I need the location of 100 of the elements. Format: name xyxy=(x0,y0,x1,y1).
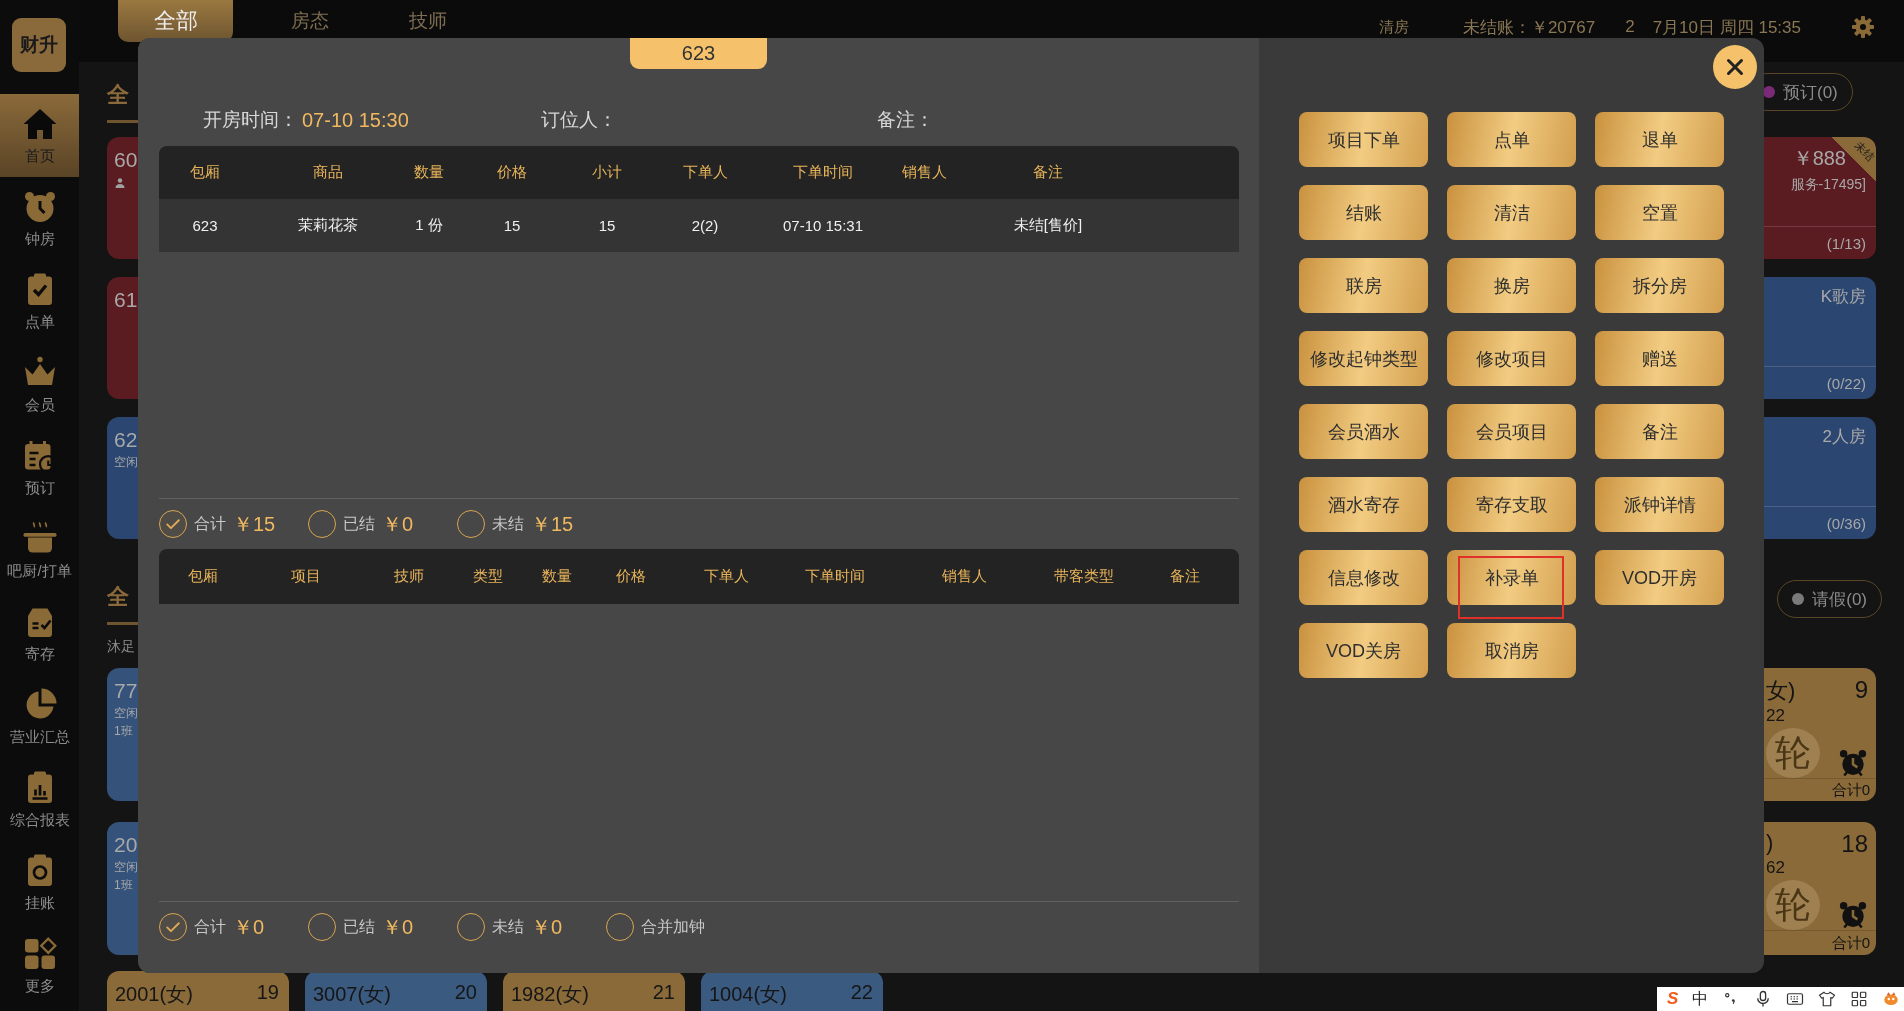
room-type: K歌房 xyxy=(1820,286,1866,308)
column-header: 包厢 xyxy=(187,567,219,586)
rotation-label: 轮 xyxy=(1775,730,1811,775)
column-header: 备注 xyxy=(1168,567,1201,586)
ime-logo[interactable]: S xyxy=(1667,989,1679,1009)
action-button[interactable]: 信息修改 xyxy=(1299,550,1428,605)
action-button[interactable]: 会员酒水 xyxy=(1299,404,1428,459)
summary-label: 合计 xyxy=(194,513,226,534)
technician-code: 62 xyxy=(1766,858,1786,878)
summary-label: 合计 xyxy=(194,916,226,937)
summary-amount: ￥0 xyxy=(382,511,414,537)
sidebar-item[interactable]: 挂账 xyxy=(0,841,79,924)
tab[interactable]: 房态 xyxy=(269,0,351,42)
column-header: 项目 xyxy=(290,567,322,586)
action-button[interactable]: 修改项目 xyxy=(1447,331,1576,386)
room-note: 服务-17495] xyxy=(1790,176,1866,194)
table-cell-text: 茉莉花茶 xyxy=(297,216,359,235)
action-button[interactable]: 项目下单 xyxy=(1299,112,1428,167)
tab[interactable]: 技师 xyxy=(387,0,469,42)
table-cell-text: 2(2) xyxy=(690,217,720,234)
room-number: 62 xyxy=(114,427,138,453)
column-header: 包厢 xyxy=(189,163,221,182)
column-header: 数量 xyxy=(541,567,573,586)
sidebar-item[interactable]: 综合报表 xyxy=(0,758,79,841)
technician-code: 22 xyxy=(1766,706,1786,726)
action-button[interactable]: 取消房 xyxy=(1447,623,1576,678)
grid-icon[interactable] xyxy=(1850,990,1869,1008)
sidebar-item[interactable]: 钟房 xyxy=(0,177,79,260)
column-header: 备注 xyxy=(1032,163,1064,182)
tab[interactable]: 全部 xyxy=(118,0,233,42)
technician-card[interactable]: 2001(女) 19 xyxy=(107,971,289,1011)
table-cell-text: 15 xyxy=(597,217,617,234)
sidebar-item[interactable]: 预订 xyxy=(0,426,79,509)
settings-icon[interactable] xyxy=(1851,15,1875,39)
sidebar-item[interactable]: 寄存 xyxy=(0,592,79,675)
table-cell-text: 623 xyxy=(191,217,219,234)
table-row[interactable]: 623 茉莉花茶 1 份 15 15 2(2) 07-10 15:31 未结[售价] xyxy=(159,199,1239,252)
room-status: 空闲 xyxy=(114,454,138,471)
technician-number: 9 xyxy=(1854,676,1868,705)
action-button[interactable]: 清洁 xyxy=(1447,185,1576,240)
action-button[interactable]: 联房 xyxy=(1299,258,1428,313)
action-button[interactable]: 赠送 xyxy=(1595,331,1724,386)
keyboard-icon[interactable] xyxy=(1786,990,1805,1008)
status-text: 7月10日 周四 15:35 xyxy=(1652,16,1801,39)
column-header: 数量 xyxy=(413,163,445,182)
sidebar-item[interactable]: 吧厨/打单 xyxy=(0,509,79,592)
technician-number: 18 xyxy=(1841,830,1868,858)
action-button[interactable]: 补录单 xyxy=(1447,550,1576,605)
action-button[interactable]: 拆分房 xyxy=(1595,258,1724,313)
action-button[interactable]: 换房 xyxy=(1447,258,1576,313)
column-header: 下单时间 xyxy=(804,567,866,586)
action-button[interactable]: 空置 xyxy=(1595,185,1724,240)
sidebar-item[interactable]: 更多 xyxy=(0,924,79,1007)
column-header: 带客类型 xyxy=(1053,567,1115,586)
ime-mode-toggle[interactable]: 中 xyxy=(1692,988,1709,1010)
category-label: 沐足 xyxy=(107,637,136,656)
action-button[interactable]: 点单 xyxy=(1447,112,1576,167)
mascot-icon[interactable] xyxy=(1882,990,1901,1008)
column-header: 技师 xyxy=(393,567,425,586)
room-price: ￥888 xyxy=(1792,146,1846,171)
summary-amount: ￥0 xyxy=(382,914,414,940)
summary-label: 已结 xyxy=(343,513,375,534)
action-button[interactable]: 派钟详情 xyxy=(1595,477,1724,532)
status-text: 未结账：￥20767 xyxy=(1462,16,1596,39)
action-button[interactable]: 酒水寄存 xyxy=(1299,477,1428,532)
room-number: 61 xyxy=(114,287,138,313)
action-button[interactable]: 结账 xyxy=(1299,185,1428,240)
sidebar-item[interactable]: 点单 xyxy=(0,260,79,343)
action-button[interactable]: VOD关房 xyxy=(1299,623,1428,678)
column-header: 销售人 xyxy=(900,163,948,182)
action-button[interactable]: 会员项目 xyxy=(1447,404,1576,459)
shift-label: 1班 xyxy=(114,723,133,740)
technician-name: 1982(女) xyxy=(511,982,589,1005)
technician-name: 女) xyxy=(1766,677,1796,705)
summary-label: 合并加钟 xyxy=(641,916,705,937)
summary-amount: ￥15 xyxy=(531,511,574,537)
checkbox[interactable] xyxy=(159,913,187,941)
action-button[interactable]: 寄存支取 xyxy=(1447,477,1576,532)
summary-amount: ￥15 xyxy=(233,511,276,537)
technician-number: 20 xyxy=(114,832,138,858)
action-button[interactable]: VOD开房 xyxy=(1595,550,1724,605)
column-header: 下单人 xyxy=(681,163,729,182)
technician-status: 空闲 xyxy=(114,705,138,722)
technician-number: 21 xyxy=(652,981,675,1005)
action-button[interactable]: 备注 xyxy=(1595,404,1724,459)
checkbox[interactable] xyxy=(159,510,187,538)
status-text: 清房 xyxy=(1378,17,1409,37)
shift-label: 1班 xyxy=(114,877,133,894)
technician-card[interactable]: 1982(女) 21 xyxy=(503,971,685,1011)
technician-number: 19 xyxy=(256,981,279,1005)
room-number: 60 xyxy=(114,147,138,173)
total-label: 合计0 xyxy=(1831,780,1870,800)
shirt-icon[interactable] xyxy=(1818,990,1837,1008)
sidebar-item[interactable]: 营业汇总 xyxy=(0,675,79,758)
table-cell-text: 15 xyxy=(502,217,522,234)
summary-label: 未结 xyxy=(492,916,524,937)
action-button[interactable]: 修改起钟类型 xyxy=(1299,331,1428,386)
close-button[interactable] xyxy=(1713,45,1757,89)
sidebar-item[interactable]: 会员 xyxy=(0,343,79,426)
action-button[interactable]: 退单 xyxy=(1595,112,1724,167)
